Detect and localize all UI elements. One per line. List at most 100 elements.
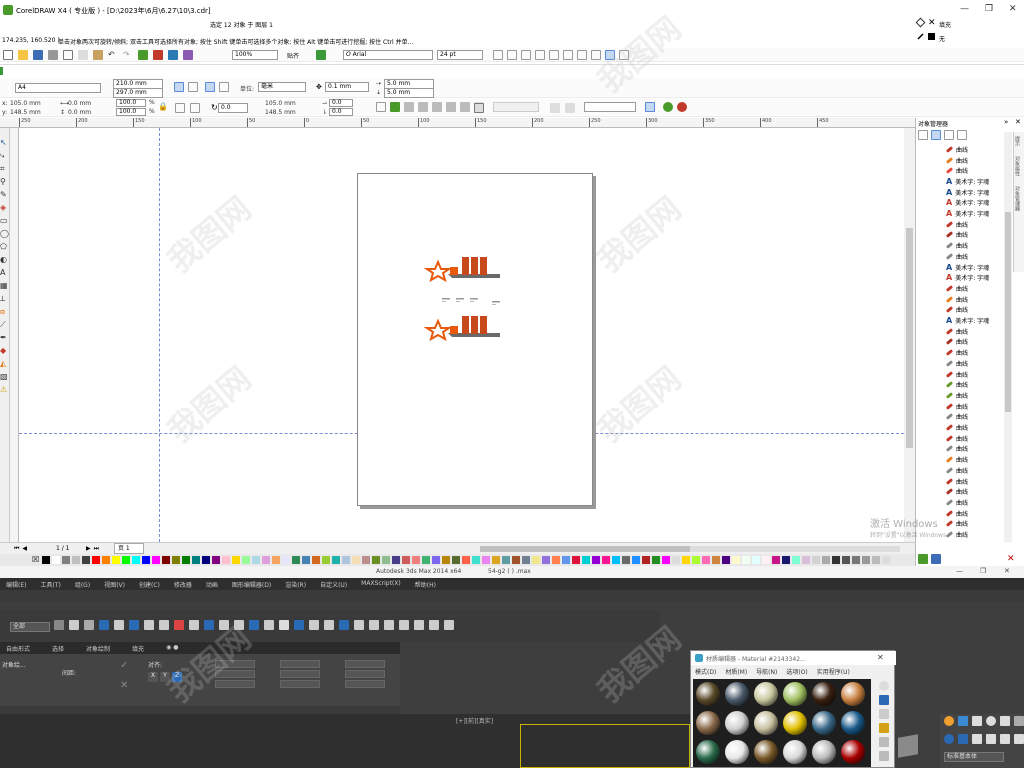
max-tool-icon[interactable] [429, 620, 439, 630]
delete-icon[interactable]: ✕ [1007, 554, 1015, 564]
max-tool-icon[interactable] [414, 620, 424, 630]
bullet-icon[interactable] [549, 50, 559, 60]
dropcap-icon[interactable] [563, 50, 573, 60]
save-icon[interactable] [33, 50, 43, 60]
max-tool-icon[interactable] [279, 620, 289, 630]
object-tree-item[interactable]: 曲线 [945, 465, 968, 476]
scale-field-v[interactable] [215, 670, 255, 678]
warning-tool-icon[interactable]: ⚠ [0, 385, 10, 395]
max-tool-icon[interactable] [84, 620, 94, 630]
object-tree-item[interactable]: A 美术字: 字魂 [946, 262, 989, 273]
welcome-icon[interactable] [183, 50, 193, 60]
rotate-field-x[interactable] [345, 660, 385, 668]
object-tree-scrollbar[interactable] [1004, 132, 1012, 542]
axis-x-button[interactable]: X [148, 672, 158, 682]
angle-field[interactable]: 0.0 [218, 103, 248, 113]
object-tree-item[interactable]: 曲线 [945, 251, 968, 262]
new-master-layer-icon[interactable] [931, 554, 941, 564]
sample-type-icon[interactable] [879, 681, 889, 691]
color-swatch[interactable] [412, 556, 420, 564]
color-swatch[interactable] [432, 556, 440, 564]
material-menu-item[interactable]: 模式(D) [695, 667, 716, 676]
geometry-icon[interactable] [944, 734, 954, 744]
page-height-field[interactable]: 297.0 mm [113, 88, 163, 98]
material-sample-sphere[interactable] [754, 740, 778, 764]
axis-y-button[interactable]: Y [160, 672, 170, 682]
bold-icon[interactable] [493, 50, 503, 60]
color-swatch[interactable] [672, 556, 680, 564]
import-icon[interactable] [138, 50, 148, 60]
object-type-select[interactable]: 标准基本体 [944, 752, 1004, 762]
color-swatch[interactable] [612, 556, 620, 564]
video-check-icon[interactable] [879, 737, 889, 747]
edit-text-icon[interactable] [591, 50, 601, 60]
object-tree-item[interactable]: 曲线 [945, 508, 968, 519]
height-value[interactable]: 0.0 mm [68, 109, 91, 116]
max-tool-icon[interactable] [189, 620, 199, 630]
style-select[interactable] [584, 102, 636, 112]
scale-x-field[interactable]: 100.0 [116, 99, 146, 107]
max-menu-item[interactable]: 视图(V) [104, 580, 125, 589]
interactive-fill-tool-icon[interactable]: ◭ [0, 359, 10, 369]
shape-tool-icon[interactable]: ⤷ [0, 151, 10, 161]
color-swatch[interactable] [602, 556, 610, 564]
zoom-select[interactable]: 100% [232, 50, 278, 60]
backlight-icon[interactable] [879, 695, 889, 705]
max-tool-icon[interactable] [309, 620, 319, 630]
object-tree-item[interactable]: 曲线 [945, 305, 968, 316]
max-tool-icon[interactable] [129, 620, 139, 630]
color-swatch[interactable] [292, 556, 300, 564]
object-tree-item[interactable]: 曲线 [945, 165, 968, 176]
docker-close-icon[interactable]: ✕ [1015, 118, 1021, 126]
side-tab-label[interactable]: 对象管理器 [1014, 186, 1021, 211]
object-tree-item[interactable]: 曲线 [945, 379, 968, 390]
color-swatch[interactable] [232, 556, 240, 564]
material-sample-sphere[interactable] [841, 711, 865, 735]
object-tree-item[interactable]: 曲线 [945, 219, 968, 230]
max-tool-icon[interactable] [114, 620, 124, 630]
close-button[interactable]: ✕ [1009, 4, 1017, 14]
object-tree-item[interactable]: 曲线 [945, 283, 968, 294]
ribbon-tab[interactable]: 填充 [132, 644, 144, 653]
sample-uv-icon[interactable] [879, 723, 889, 733]
color-swatch[interactable] [752, 556, 760, 564]
zoom-tool-icon[interactable]: ⚲ [0, 177, 10, 187]
material-sample-sphere[interactable] [841, 682, 865, 706]
color-swatch[interactable] [682, 556, 690, 564]
color-swatch[interactable] [572, 556, 580, 564]
ruler-origin[interactable] [0, 118, 19, 128]
redo-icon[interactable]: ↷ [123, 50, 133, 60]
paper-size-select[interactable]: A4 [15, 83, 101, 93]
color-swatch[interactable] [122, 556, 130, 564]
material-sample-sphere[interactable] [725, 740, 749, 764]
color-swatch[interactable] [712, 556, 720, 564]
print-icon[interactable] [48, 50, 58, 60]
cancel-icon[interactable]: ✕ [120, 680, 130, 691]
table-tool-icon[interactable]: ▦ [0, 281, 10, 291]
color-swatch[interactable] [132, 556, 140, 564]
options-icon[interactable] [316, 50, 326, 60]
color-swatch[interactable] [142, 556, 150, 564]
object-tree-item[interactable]: 曲线 [945, 412, 968, 423]
max-tool-icon[interactable] [159, 620, 169, 630]
back-minus-front-icon[interactable] [460, 102, 470, 112]
field-x[interactable] [280, 660, 320, 668]
center-x-value[interactable]: 105.0 mm [265, 100, 296, 107]
max-tool-icon[interactable] [219, 620, 229, 630]
helpers-icon[interactable] [1000, 734, 1010, 744]
ribbon-tab[interactable]: 对象绘制 [86, 644, 110, 653]
color-swatch[interactable] [192, 556, 200, 564]
color-swatch[interactable] [462, 556, 470, 564]
max-close-button[interactable]: ✕ [1004, 567, 1010, 575]
max-tool-icon[interactable] [69, 620, 79, 630]
color-swatch[interactable] [632, 556, 640, 564]
material-sample-sphere[interactable] [696, 711, 720, 735]
color-swatch[interactable] [542, 556, 550, 564]
max-tool-icon[interactable] [144, 620, 154, 630]
font-size-select[interactable]: 24 pt [437, 50, 483, 60]
guideline-vertical[interactable] [159, 128, 160, 542]
material-menu-item[interactable]: 材质(M) [725, 667, 747, 676]
mirror-v-icon[interactable] [190, 103, 200, 113]
selection-filter-select[interactable]: 全部 [10, 622, 50, 632]
material-editor-close[interactable]: ✕ [877, 653, 884, 662]
